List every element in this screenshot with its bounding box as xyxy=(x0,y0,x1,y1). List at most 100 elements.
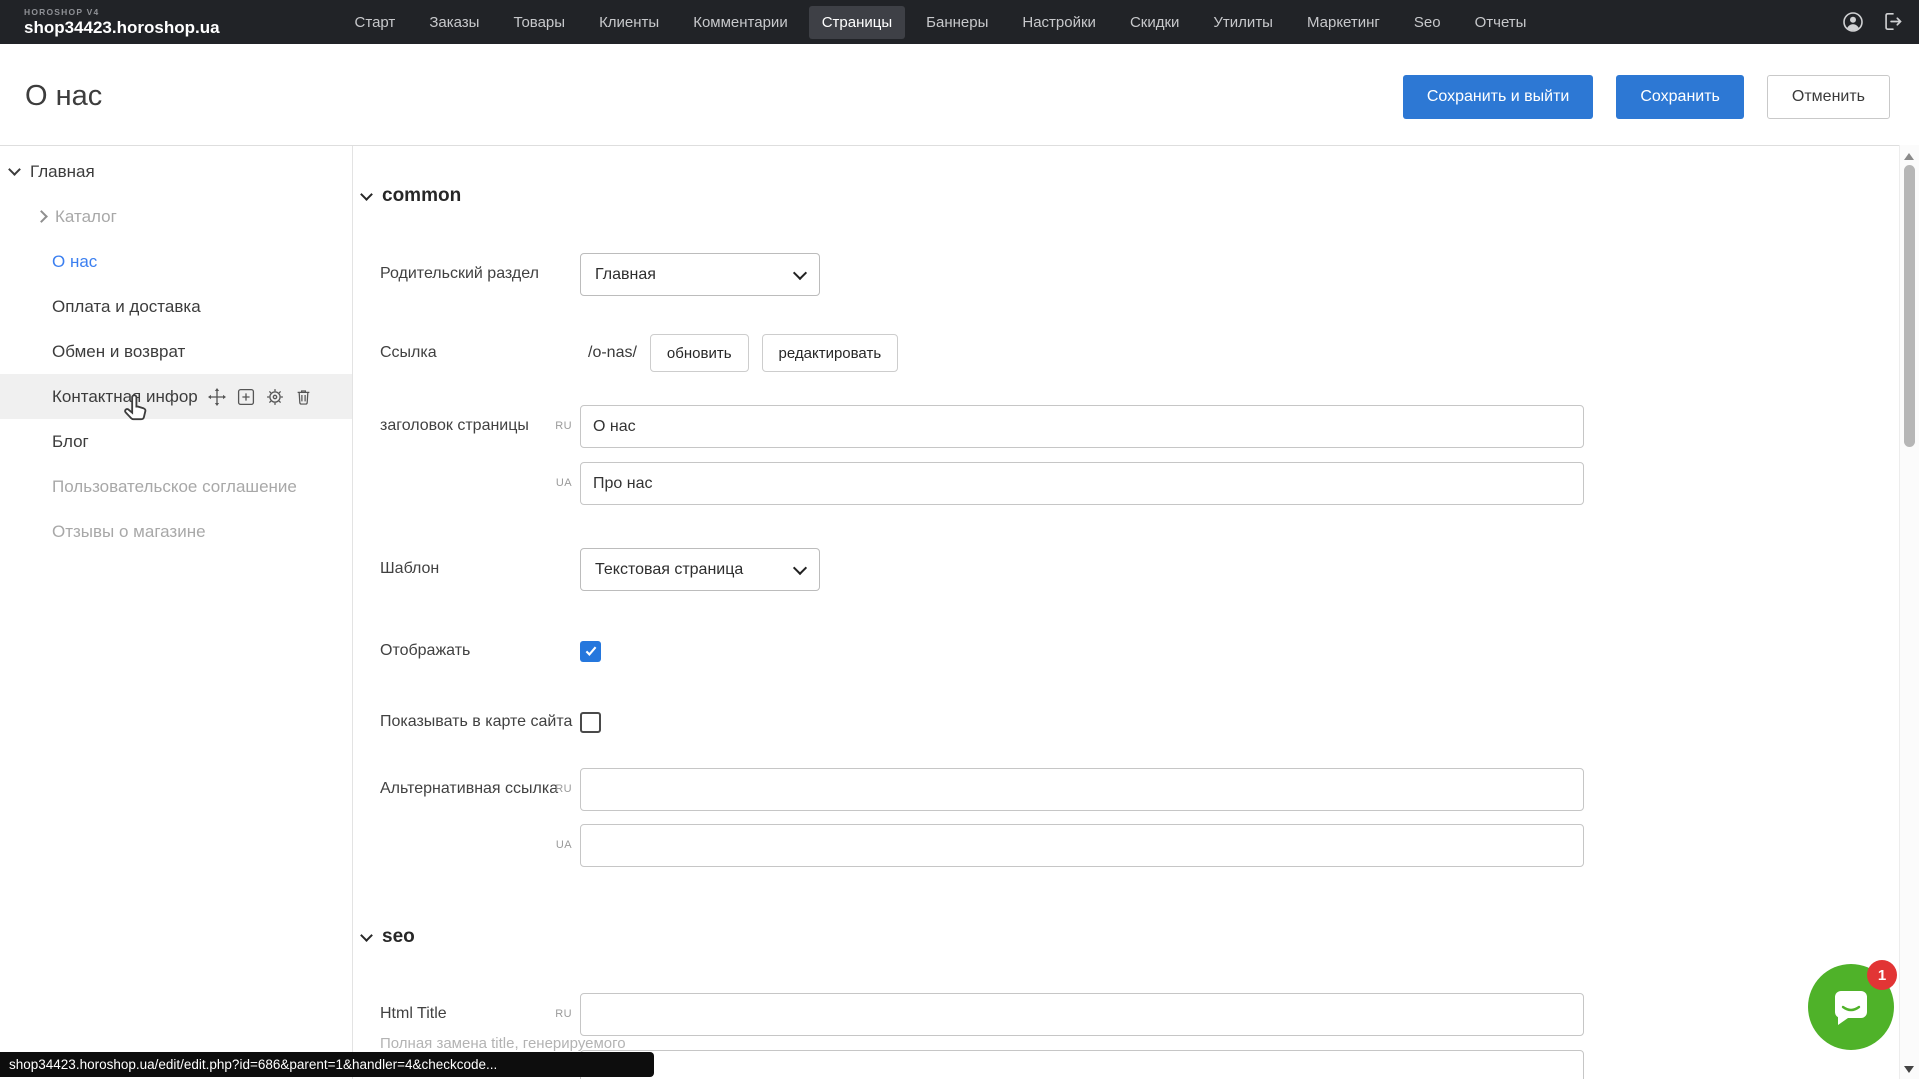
trash-icon[interactable] xyxy=(295,388,312,405)
sitemap-row: Показывать в карте сайта xyxy=(352,712,1900,734)
chat-widget-button[interactable]: 1 xyxy=(1808,964,1894,1050)
html-title-ua-input[interactable] xyxy=(580,1050,1584,1079)
html-title-ru-input[interactable] xyxy=(580,993,1584,1036)
sidebar-item-home[interactable]: Главная xyxy=(0,149,352,194)
ru-lang-tag: RU xyxy=(536,420,572,432)
page-title: О нас xyxy=(25,80,102,113)
scroll-down-arrow-icon[interactable] xyxy=(1904,1066,1914,1073)
nav-clients[interactable]: Клиенты xyxy=(586,6,672,39)
sidebar-item-label: Отзывы о магазине xyxy=(52,522,206,542)
sidebar-item-label: Каталог xyxy=(55,207,117,227)
parent-section-select[interactable]: Главная xyxy=(580,253,820,296)
chevron-down-icon[interactable] xyxy=(8,163,21,176)
nav-seo[interactable]: Seo xyxy=(1401,6,1454,39)
section-common-label: common xyxy=(382,185,461,207)
save-and-exit-button[interactable]: Сохранить и выйти xyxy=(1403,75,1594,119)
chevron-down-icon xyxy=(360,929,373,942)
sidebar-item-payment-delivery[interactable]: Оплата и доставка xyxy=(0,284,352,329)
header-action-buttons: Сохранить и выйти Сохранить Отменить xyxy=(1403,75,1890,119)
save-button[interactable]: Сохранить xyxy=(1616,75,1744,119)
sidebar-item-exchange-return[interactable]: Обмен и возврат xyxy=(0,329,352,374)
logout-icon[interactable] xyxy=(1881,10,1905,34)
nav-comments[interactable]: Комментарии xyxy=(680,6,800,39)
sidebar-item-label: Блог xyxy=(52,432,89,452)
nav-pages[interactable]: Страницы xyxy=(809,6,905,39)
display-checkbox[interactable] xyxy=(580,641,601,662)
link-path-value: /o-nas/ xyxy=(588,344,637,362)
add-icon[interactable] xyxy=(237,388,255,406)
chevron-down-icon xyxy=(360,188,373,201)
move-icon[interactable] xyxy=(208,388,226,406)
display-label: Отображать xyxy=(380,642,470,660)
sidebar-item-label: Главная xyxy=(30,162,95,182)
link-label: Ссылка xyxy=(380,344,437,362)
brand-version-label: HOROSHOP V4 xyxy=(24,8,220,17)
page-edit-form: common Родительский раздел Главная Ссылк… xyxy=(352,145,1900,1079)
cancel-button[interactable]: Отменить xyxy=(1767,75,1890,119)
alt-link-label: Альтернативная ссылка xyxy=(380,780,558,798)
nav-start[interactable]: Старт xyxy=(342,6,409,39)
sidebar-item-contact-info[interactable]: Контактная инфор xyxy=(0,374,352,419)
template-label: Шаблон xyxy=(380,560,439,578)
page-title-label: заголовок страницы xyxy=(380,417,529,435)
ua-lang-tag: UA xyxy=(536,839,572,851)
sidebar-item-label: Обмен и возврат xyxy=(52,342,185,362)
chevron-down-icon xyxy=(793,560,807,574)
page-title-ru-input[interactable] xyxy=(580,405,1584,448)
sidebar-item-label: Пользовательское соглашение xyxy=(52,477,297,497)
section-common[interactable]: common xyxy=(362,185,461,207)
link-refresh-button[interactable]: обновить xyxy=(650,334,749,372)
alt-link-ua-input[interactable] xyxy=(580,824,1584,867)
chevron-down-icon xyxy=(793,265,807,279)
link-controls: /o-nas/ обновить редактировать xyxy=(588,334,898,372)
brand-logo[interactable]: HOROSHOP V4 shop34423.horoshop.ua xyxy=(24,8,220,36)
nav-settings[interactable]: Настройки xyxy=(1009,6,1109,39)
pages-tree-sidebar: Главная Каталог О нас Оплата и доставка … xyxy=(0,146,353,1079)
parent-section-row: Родительский раздел Главная xyxy=(352,253,1900,296)
user-icon[interactable] xyxy=(1841,10,1865,34)
template-value: Текстовая страница xyxy=(595,561,743,579)
alt-link-ru-input[interactable] xyxy=(580,768,1584,811)
link-edit-button[interactable]: редактировать xyxy=(762,334,899,372)
nav-discounts[interactable]: Скидки xyxy=(1117,6,1192,39)
chat-notification-badge: 1 xyxy=(1867,960,1897,990)
template-row: Шаблон Текстовая страница xyxy=(352,548,1900,591)
sitemap-checkbox[interactable] xyxy=(580,712,601,733)
scrollbar-thumb[interactable] xyxy=(1904,165,1915,447)
gear-icon[interactable] xyxy=(266,388,284,406)
scroll-up-arrow-icon[interactable] xyxy=(1904,153,1914,160)
section-seo-label: seo xyxy=(382,926,415,948)
sidebar-item-about[interactable]: О нас xyxy=(0,239,352,284)
sidebar-item-label: Контактная инфор xyxy=(52,387,198,407)
ru-lang-tag: RU xyxy=(536,783,572,795)
page-title-ua-input[interactable] xyxy=(580,462,1584,505)
nav-utilities[interactable]: Утилиты xyxy=(1200,6,1286,39)
sitemap-label: Показывать в карте сайта xyxy=(380,713,572,731)
brand-domain-label: shop34423.horoshop.ua xyxy=(24,19,220,36)
chevron-right-icon[interactable] xyxy=(35,210,48,223)
sidebar-item-label: Оплата и доставка xyxy=(52,297,201,317)
sidebar-item-catalog[interactable]: Каталог xyxy=(0,194,352,239)
nav-banners[interactable]: Баннеры xyxy=(913,6,1001,39)
parent-section-label: Родительский раздел xyxy=(380,265,539,283)
ua-lang-tag: UA xyxy=(536,477,572,489)
status-url-bar: shop34423.horoshop.ua/edit/edit.php?id=6… xyxy=(0,1052,654,1077)
link-row: Ссылка /o-nas/ обновить редактировать xyxy=(352,334,1900,372)
top-right-icons xyxy=(1841,10,1905,34)
display-row: Отображать xyxy=(352,641,1900,663)
nav-orders[interactable]: Заказы xyxy=(416,6,492,39)
nav-reports[interactable]: Отчеты xyxy=(1462,6,1540,39)
tree-row-actions xyxy=(208,388,312,406)
top-navigation-bar: HOROSHOP V4 shop34423.horoshop.ua Старт … xyxy=(0,0,1919,44)
nav-products[interactable]: Товары xyxy=(500,6,578,39)
template-select[interactable]: Текстовая страница xyxy=(580,548,820,591)
nav-marketing[interactable]: Маркетинг xyxy=(1294,6,1393,39)
page-header: О нас Сохранить и выйти Сохранить Отмени… xyxy=(0,44,1919,146)
sidebar-item-blog[interactable]: Блог xyxy=(0,419,352,464)
vertical-scrollbar[interactable] xyxy=(1899,145,1919,1079)
sidebar-item-user-agreement[interactable]: Пользовательское соглашение xyxy=(0,464,352,509)
html-title-label: Html Title xyxy=(380,1005,447,1023)
main-menu: Старт Заказы Товары Клиенты Комментарии … xyxy=(342,6,1540,39)
section-seo[interactable]: seo xyxy=(362,926,415,948)
sidebar-item-store-reviews[interactable]: Отзывы о магазине xyxy=(0,509,352,554)
